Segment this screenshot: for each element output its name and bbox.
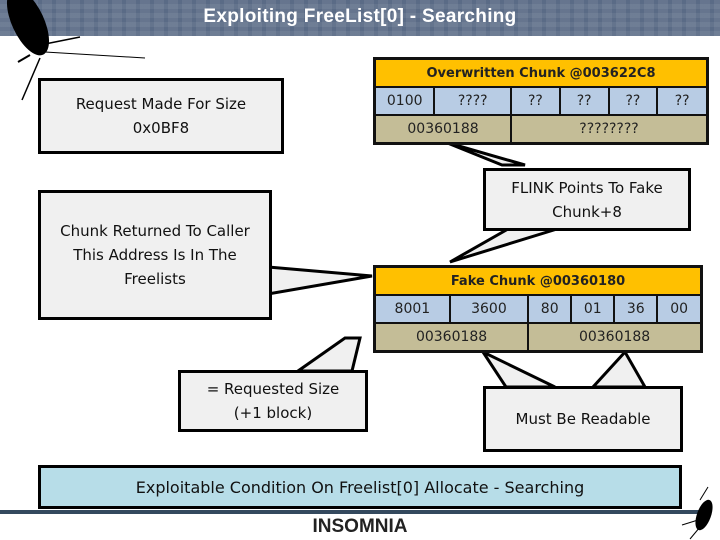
- fake-cell: 36: [613, 294, 659, 324]
- exploitable-condition-banner: Exploitable Condition On Freelist[0] All…: [38, 465, 682, 509]
- request-size-callout: Request Made For Size 0x0BF8: [38, 78, 284, 154]
- overwritten-cell: ??: [607, 86, 659, 116]
- returned-callout-line3: Freelists: [124, 270, 186, 288]
- requested-size-line1: = Requested Size: [206, 380, 340, 398]
- fake-chunk-title: Fake Chunk @00360180: [373, 265, 703, 296]
- request-callout-line1: Request Made For Size: [75, 95, 247, 113]
- cockroach-icon: [681, 486, 713, 540]
- flink-callout-line1: FLINK Points To Fake: [511, 178, 663, 197]
- overwritten-chunk-table: Overwritten Chunk @003622C8 0100 ???? ??…: [373, 57, 709, 145]
- overwritten-cell: ??: [558, 86, 610, 116]
- overwritten-row-2: 00360188 ????????: [373, 114, 709, 145]
- chunk-returned-callout: Chunk Returned To Caller This Address Is…: [38, 190, 272, 320]
- fake-cell: 80: [527, 294, 573, 324]
- fake-cell: 3600: [448, 294, 530, 324]
- fake-blink: 00360188: [527, 322, 703, 353]
- requested-size-line2: (+1 block): [233, 404, 313, 422]
- returned-callout-line1: Chunk Returned To Caller: [60, 222, 250, 240]
- overwritten-flink: 00360188: [373, 114, 513, 145]
- overwritten-cell: 0100: [373, 86, 436, 116]
- must-be-readable-callout: Must Be Readable: [483, 386, 683, 452]
- fake-chunk-table: Fake Chunk @00360180 8001 3600 80 01 36 …: [373, 265, 703, 353]
- readable-text: Must Be Readable: [515, 410, 651, 428]
- fake-cell: 8001: [373, 294, 451, 324]
- overwritten-cell: ??: [656, 86, 709, 116]
- footer-divider: [0, 510, 700, 514]
- overwritten-cell: ????: [433, 86, 513, 116]
- overwritten-blink: ????????: [510, 114, 709, 145]
- banner-text: Exploitable Condition On Freelist[0] All…: [135, 477, 585, 497]
- insomnia-logo: INSOMNIA: [312, 516, 408, 537]
- flink-callout-line2: Chunk+8: [552, 202, 622, 221]
- fake-cell: 01: [570, 294, 616, 324]
- flink-callout: FLINK Points To Fake Chunk+8: [483, 168, 691, 231]
- fake-cell: 00: [656, 294, 703, 324]
- returned-callout-line2: This Address Is In The: [73, 246, 237, 264]
- fake-flink: 00360188: [373, 322, 530, 353]
- overwritten-chunk-title: Overwritten Chunk @003622C8: [373, 57, 709, 88]
- overwritten-cell: ??: [510, 86, 561, 116]
- overwritten-row-1: 0100 ???? ?? ?? ?? ??: [373, 86, 709, 116]
- requested-size-callout: = Requested Size (+1 block): [178, 370, 368, 432]
- request-callout-line2: 0x0BF8: [132, 119, 190, 137]
- fake-row-2: 00360188 00360188: [373, 322, 703, 353]
- fake-row-1: 8001 3600 80 01 36 00: [373, 294, 703, 324]
